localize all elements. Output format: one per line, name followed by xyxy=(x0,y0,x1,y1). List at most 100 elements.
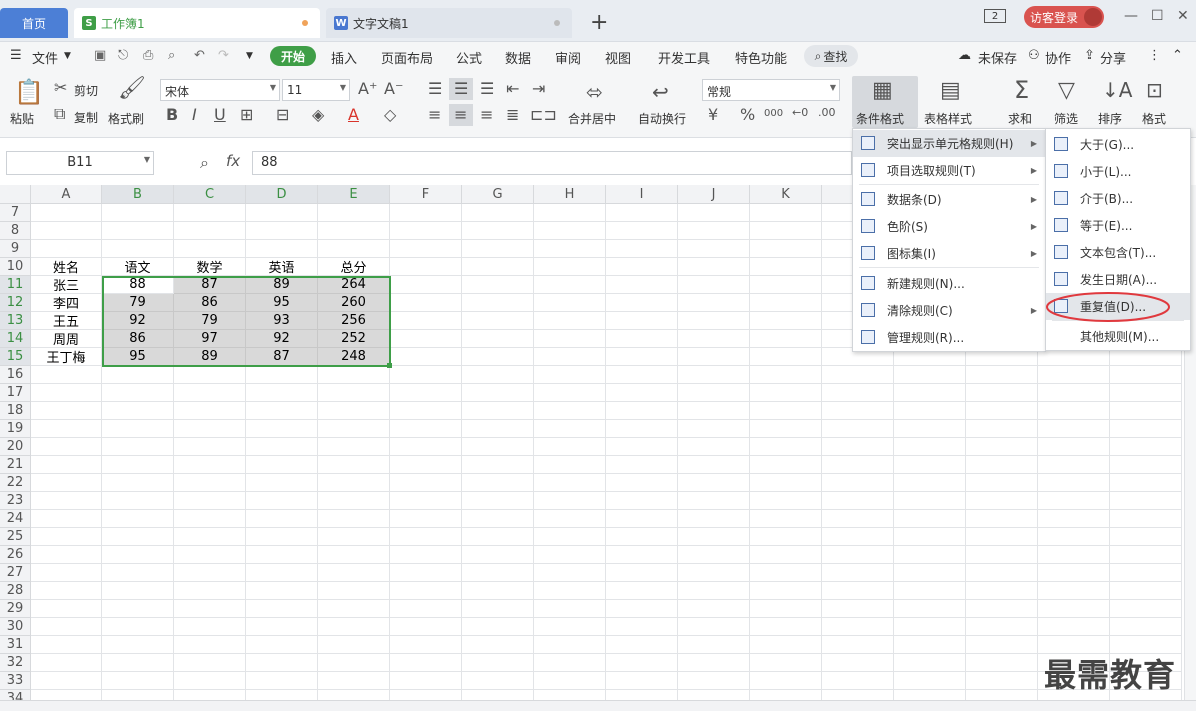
table-cell[interactable] xyxy=(102,474,174,492)
menu-page-layout[interactable]: 页面布局 xyxy=(381,48,433,67)
search-button[interactable]: ⌕ 查找 xyxy=(804,45,858,67)
table-cell[interactable] xyxy=(246,636,318,654)
table-cell[interactable] xyxy=(174,438,246,456)
table-cell[interactable] xyxy=(1038,402,1110,420)
table-cell[interactable] xyxy=(246,492,318,510)
table-cell[interactable] xyxy=(534,654,606,672)
table-cell[interactable] xyxy=(750,294,822,312)
indent-decrease-icon[interactable]: ⇤ xyxy=(506,81,519,97)
table-cell[interactable] xyxy=(678,222,750,240)
table-cell[interactable] xyxy=(894,528,966,546)
table-cell[interactable] xyxy=(534,438,606,456)
table-cell[interactable] xyxy=(750,564,822,582)
column-header[interactable]: I xyxy=(606,185,678,204)
table-cell[interactable] xyxy=(318,546,390,564)
table-cell[interactable] xyxy=(174,420,246,438)
table-cell[interactable] xyxy=(678,474,750,492)
row-header[interactable]: 14 xyxy=(0,330,31,348)
table-cell[interactable] xyxy=(606,672,678,690)
table-cell[interactable] xyxy=(246,456,318,474)
chevron-down-icon[interactable]: ▼ xyxy=(64,51,71,61)
print-preview-icon[interactable]: ⌕ xyxy=(168,48,175,63)
column-header[interactable]: K xyxy=(750,185,822,204)
font-color-icon[interactable]: A xyxy=(348,107,359,123)
table-cell[interactable] xyxy=(822,510,894,528)
table-cell[interactable] xyxy=(1038,492,1110,510)
table-cell[interactable] xyxy=(966,654,1038,672)
font-name-select[interactable]: 宋体 ▼ xyxy=(160,79,280,101)
table-cell[interactable] xyxy=(246,474,318,492)
table-cell[interactable] xyxy=(534,276,606,294)
table-cell[interactable] xyxy=(318,582,390,600)
table-cell[interactable] xyxy=(390,276,462,294)
table-cell[interactable] xyxy=(822,618,894,636)
table-cell[interactable] xyxy=(678,402,750,420)
unsaved-label[interactable]: 未保存 xyxy=(978,48,1017,67)
table-cell[interactable] xyxy=(102,636,174,654)
sum-icon[interactable]: Σ xyxy=(1014,78,1029,102)
select-all-corner[interactable] xyxy=(0,185,31,204)
number-format-select[interactable]: 常规 ▼ xyxy=(702,79,840,101)
more-icon[interactable]: ⋮ xyxy=(1148,48,1161,63)
table-cell[interactable] xyxy=(678,348,750,366)
sum-button[interactable]: 求和 xyxy=(1008,110,1032,127)
table-cell[interactable] xyxy=(750,492,822,510)
table-cell[interactable] xyxy=(31,654,102,672)
table-cell[interactable] xyxy=(390,330,462,348)
table-cell[interactable] xyxy=(462,654,534,672)
table-cell[interactable] xyxy=(318,600,390,618)
column-header[interactable]: H xyxy=(534,185,606,204)
row-header[interactable]: 17 xyxy=(0,384,31,402)
table-cell[interactable] xyxy=(606,618,678,636)
table-cell[interactable] xyxy=(102,564,174,582)
table-cell[interactable] xyxy=(390,294,462,312)
table-cell[interactable] xyxy=(822,402,894,420)
table-cell[interactable] xyxy=(750,438,822,456)
table-cell[interactable] xyxy=(534,600,606,618)
table-cell[interactable] xyxy=(102,582,174,600)
table-cell[interactable] xyxy=(678,600,750,618)
export-icon[interactable]: ⎋ xyxy=(118,48,128,63)
share-button[interactable]: 分享 xyxy=(1100,48,1126,67)
table-cell[interactable] xyxy=(174,618,246,636)
table-cell[interactable] xyxy=(31,420,102,438)
table-cell[interactable] xyxy=(966,402,1038,420)
row-header[interactable]: 33 xyxy=(0,672,31,690)
row-header[interactable]: 27 xyxy=(0,564,31,582)
table-cell[interactable] xyxy=(31,528,102,546)
table-cell[interactable] xyxy=(966,438,1038,456)
table-cell[interactable] xyxy=(1110,492,1182,510)
table-cell[interactable] xyxy=(678,204,750,222)
table-cell[interactable] xyxy=(246,420,318,438)
menu-insert[interactable]: 插入 xyxy=(331,48,357,67)
table-cell[interactable] xyxy=(390,636,462,654)
table-cell[interactable] xyxy=(822,564,894,582)
table-cell[interactable] xyxy=(534,564,606,582)
filter-button[interactable]: 筛选 xyxy=(1054,110,1078,127)
distribute-icon[interactable]: ⊏⊐ xyxy=(530,107,557,123)
italic-button[interactable]: I xyxy=(192,107,197,123)
table-style-icon[interactable]: ▤ xyxy=(940,80,961,102)
submenu-item-between[interactable]: 介于(B)... xyxy=(1046,185,1190,212)
column-header[interactable]: G xyxy=(462,185,534,204)
table-cell[interactable] xyxy=(31,474,102,492)
table-cell[interactable] xyxy=(606,420,678,438)
table-cell[interactable] xyxy=(318,240,390,258)
new-tab-button[interactable]: + xyxy=(590,10,608,35)
table-cell[interactable] xyxy=(750,582,822,600)
table-cell[interactable] xyxy=(606,564,678,582)
table-cell[interactable] xyxy=(606,258,678,276)
row-header[interactable]: 11 xyxy=(0,276,31,294)
table-cell[interactable] xyxy=(390,546,462,564)
row-header[interactable]: 29 xyxy=(0,600,31,618)
row-header[interactable]: 9 xyxy=(0,240,31,258)
table-cell[interactable] xyxy=(174,384,246,402)
table-cell[interactable] xyxy=(822,546,894,564)
table-cell[interactable] xyxy=(822,600,894,618)
table-cell[interactable] xyxy=(31,204,102,222)
table-cell[interactable] xyxy=(678,564,750,582)
table-cell[interactable] xyxy=(1110,546,1182,564)
percent-button[interactable]: % xyxy=(740,107,755,123)
table-cell[interactable] xyxy=(606,528,678,546)
table-cell[interactable] xyxy=(1110,366,1182,384)
